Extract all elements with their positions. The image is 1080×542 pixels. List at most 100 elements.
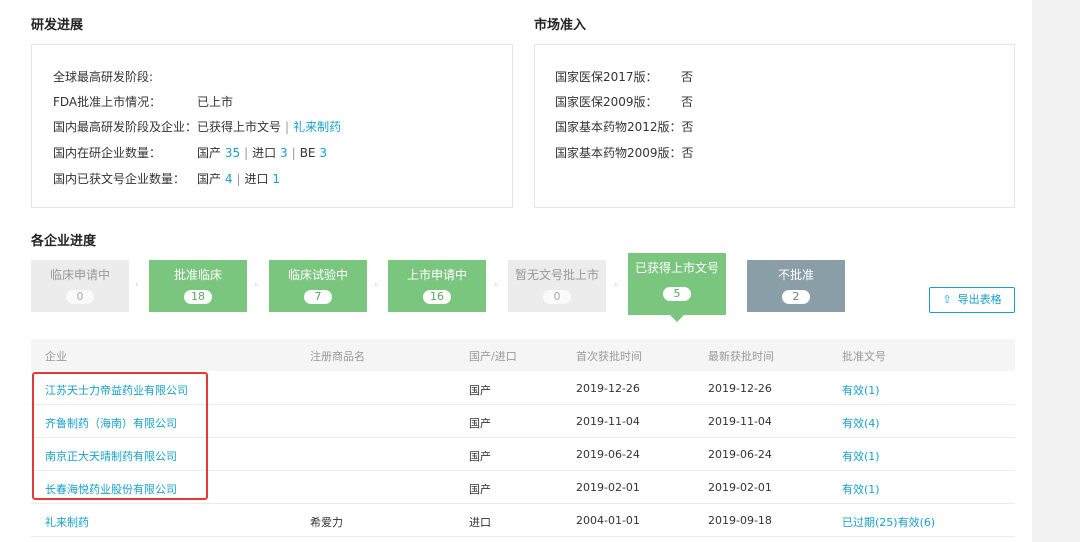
latest-approval-cell: 2019-06-24 — [708, 448, 772, 461]
approval-number-link[interactable]: 有效(1) — [842, 448, 880, 464]
first-approval-cell: 2004-01-01 — [576, 514, 640, 527]
stage-label: 已获得上市文号 — [634, 261, 719, 275]
separator: | — [285, 120, 290, 134]
chevron-right-icon: › — [135, 280, 139, 290]
research-import-label: 进口 — [252, 146, 277, 160]
stage-label: 临床试验中 — [287, 268, 348, 282]
latest-approval-cell: 2019-12-26 — [708, 382, 772, 395]
stage-tab-market-application[interactable]: 上市申请中 16 — [388, 260, 486, 312]
table-row: 礼来制药 希爱力 进口 2004-01-01 2019-09-18 已过期(25… — [31, 504, 1015, 537]
right-gutter — [1032, 0, 1080, 542]
stage-label: 上市申请中 — [406, 268, 467, 282]
global-stage-row: 全球最高研发阶段: — [53, 68, 153, 85]
market-item-label: 国家医保2017版： — [555, 70, 658, 84]
market-item: 国家医保2017版： 否 — [555, 68, 693, 85]
market-item-value: 否 — [681, 120, 694, 134]
stage-label: 临床申请中 — [49, 268, 110, 282]
origin-cell: 国产 — [469, 450, 491, 463]
fda-value: 已上市 — [197, 95, 234, 109]
stage-label: 暂无文号批上市 — [514, 268, 599, 282]
approved-count-label: 国内已获文号企业数量： — [53, 172, 186, 186]
approved-count-row: 国内已获文号企业数量： 国产 4 | 进口 1 — [53, 170, 280, 187]
market-section-title: 市场准入 — [534, 18, 587, 33]
market-item-label: 国家基本药物2012版： — [555, 120, 682, 134]
market-item-value: 否 — [681, 146, 694, 160]
origin-cell: 国产 — [469, 384, 491, 397]
first-approval-cell: 2019-06-24 — [576, 448, 640, 461]
rd-section-title: 研发进展 — [31, 18, 84, 33]
stage-label: 不批准 — [777, 268, 814, 282]
origin-cell: 国产 — [469, 417, 491, 430]
stage-tab-clinical-application[interactable]: 临床申请中 0 — [31, 260, 129, 312]
research-import-count[interactable]: 3 — [280, 146, 288, 160]
first-approval-cell: 2019-11-04 — [576, 415, 640, 428]
stage-tab-clinical-trial[interactable]: 临床试验中 7 — [269, 260, 367, 312]
first-approval-cell: 2019-02-01 — [576, 481, 640, 494]
stage-count-badge: 5 — [663, 287, 691, 301]
research-be-label: BE — [299, 146, 316, 160]
market-item-label: 国家基本药物2009版： — [555, 146, 682, 160]
global-stage-label: 全球最高研发阶段: — [53, 70, 154, 84]
market-item-value: 否 — [681, 70, 694, 84]
stage-count-badge: 2 — [782, 290, 810, 304]
domestic-stage-value: 已获得上市文号 — [197, 120, 282, 134]
stage-count-badge: 7 — [304, 290, 332, 304]
latest-approval-cell: 2019-09-18 — [708, 514, 772, 527]
market-item-value: 否 — [681, 95, 694, 109]
stage-count-badge: 18 — [184, 290, 212, 304]
approval-number-link[interactable]: 有效(4) — [842, 415, 880, 431]
research-domestic-label: 国产 — [197, 146, 222, 160]
approved-domestic-label: 国产 — [197, 172, 222, 186]
highlight-box — [32, 372, 208, 500]
latest-approval-cell: 2019-11-04 — [708, 415, 772, 428]
column-header-origin: 国产/进口 — [469, 350, 517, 363]
column-header-brand: 注册商品名 — [310, 350, 365, 363]
separator: | — [244, 146, 249, 160]
fda-label: FDA批准上市情况： — [53, 95, 162, 109]
market-item: 国家基本药物2012版：否 — [555, 118, 694, 135]
chevron-right-icon: › — [254, 280, 258, 290]
research-be-count[interactable]: 3 — [319, 146, 327, 160]
origin-cell: 国产 — [469, 483, 491, 496]
company-link[interactable]: 礼来制药 — [45, 514, 89, 530]
chevron-right-icon: › — [494, 280, 498, 290]
column-header-latest-approval: 最新获批时间 — [708, 350, 774, 363]
progress-section-title: 各企业进度 — [31, 234, 97, 249]
approval-number-link[interactable]: 有效(1) — [842, 481, 880, 497]
approval-number-link[interactable]: 有效(1) — [842, 382, 880, 398]
stage-tab-rejected[interactable]: 不批准 2 — [747, 260, 845, 312]
upload-icon: ⇧ — [942, 293, 952, 306]
separator: | — [291, 146, 296, 160]
market-item: 国家基本药物2009版：否 — [555, 144, 694, 161]
research-domestic-count[interactable]: 35 — [225, 146, 240, 160]
domestic-stage-label: 国内最高研发阶段及企业： — [53, 120, 198, 134]
research-count-label: 国内在研企业数量： — [53, 146, 162, 160]
export-table-button[interactable]: ⇧ 导出表格 — [929, 287, 1015, 313]
stage-tab-no-approval-number[interactable]: 暂无文号批上市 0 — [508, 260, 606, 312]
column-header-first-approval: 首次获批时间 — [576, 350, 642, 363]
latest-approval-cell: 2019-02-01 — [708, 481, 772, 494]
domestic-stage-company-link[interactable]: 礼来制药 — [293, 120, 341, 134]
table-header: 企业 注册商品名 国产/进口 首次获批时间 最新获批时间 批准文号 — [31, 339, 1015, 371]
stage-count-badge: 0 — [543, 290, 571, 304]
column-header-company: 企业 — [45, 350, 67, 363]
stage-label: 批准临床 — [173, 268, 222, 282]
approved-domestic-count[interactable]: 4 — [225, 172, 233, 186]
selected-stage-pointer — [670, 315, 684, 322]
separator: | — [236, 172, 241, 186]
stage-tab-approval-number-obtained[interactable]: 已获得上市文号 5 — [628, 253, 726, 315]
fda-row: FDA批准上市情况： 已上市 — [53, 93, 233, 110]
export-button-label: 导出表格 — [957, 293, 1002, 306]
stage-count-badge: 0 — [66, 290, 94, 304]
first-approval-cell: 2019-12-26 — [576, 382, 640, 395]
market-item-label: 国家医保2009版： — [555, 95, 658, 109]
origin-cell: 进口 — [469, 516, 491, 529]
market-item: 国家医保2009版： 否 — [555, 93, 693, 110]
stage-tab-clinical-approved[interactable]: 批准临床 18 — [149, 260, 247, 312]
column-header-approval-number: 批准文号 — [842, 350, 886, 363]
approval-number-link[interactable]: 已过期(25)有效(6) — [842, 514, 935, 530]
chevron-right-icon: › — [374, 280, 378, 290]
stage-count-badge: 16 — [423, 290, 451, 304]
approved-import-count[interactable]: 1 — [272, 172, 280, 186]
approved-import-label: 进口 — [244, 172, 269, 186]
